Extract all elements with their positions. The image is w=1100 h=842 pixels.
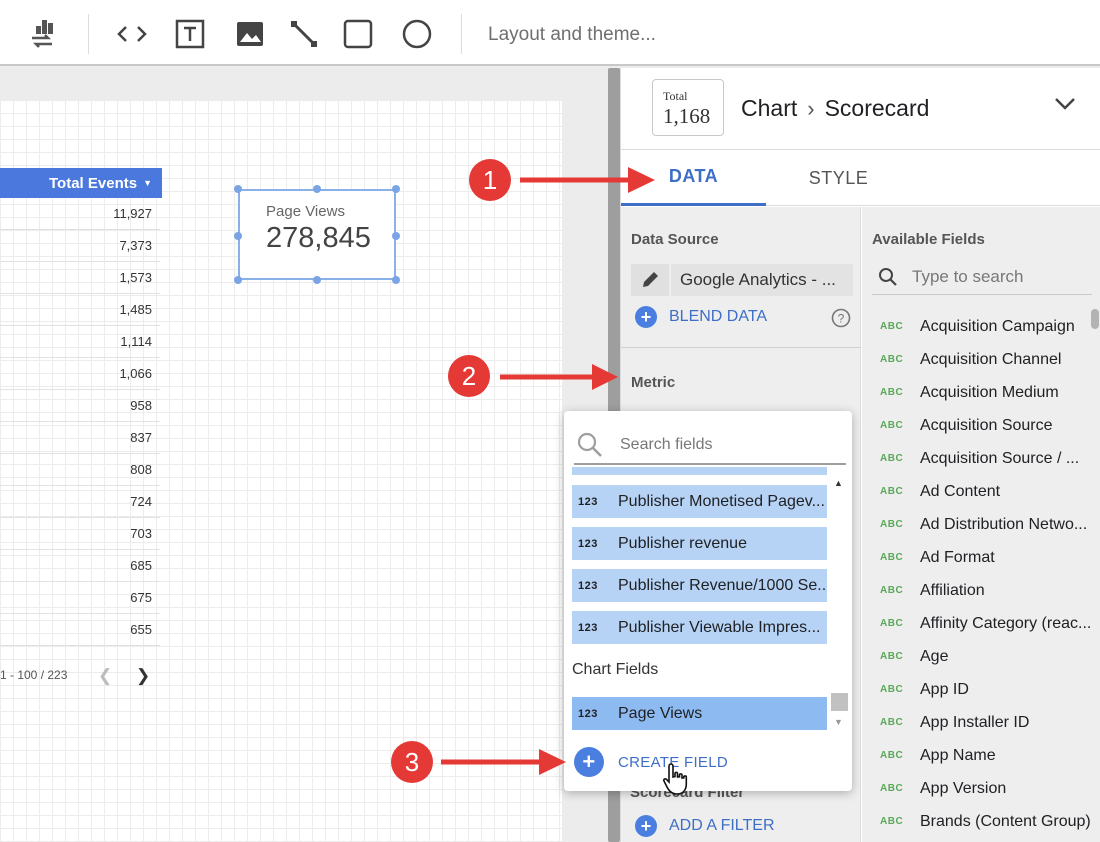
annotation-arrows [441,167,655,775]
annotation-arrow-2 [500,364,618,390]
annotation-arrow-1 [520,167,655,193]
hand-cursor-icon [662,762,692,801]
annotation-arrow-3 [441,749,566,775]
